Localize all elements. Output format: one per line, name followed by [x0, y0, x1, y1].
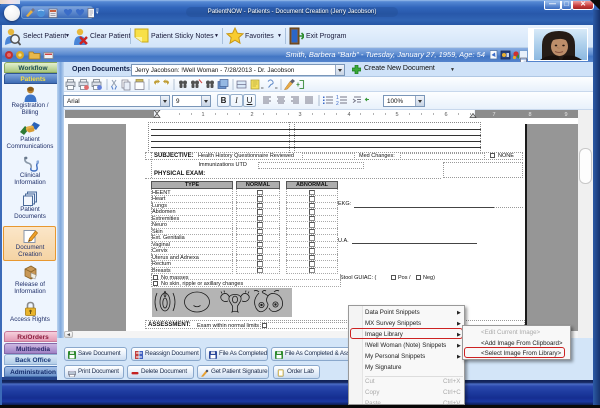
svg-text:2: 2: [336, 101, 339, 107]
